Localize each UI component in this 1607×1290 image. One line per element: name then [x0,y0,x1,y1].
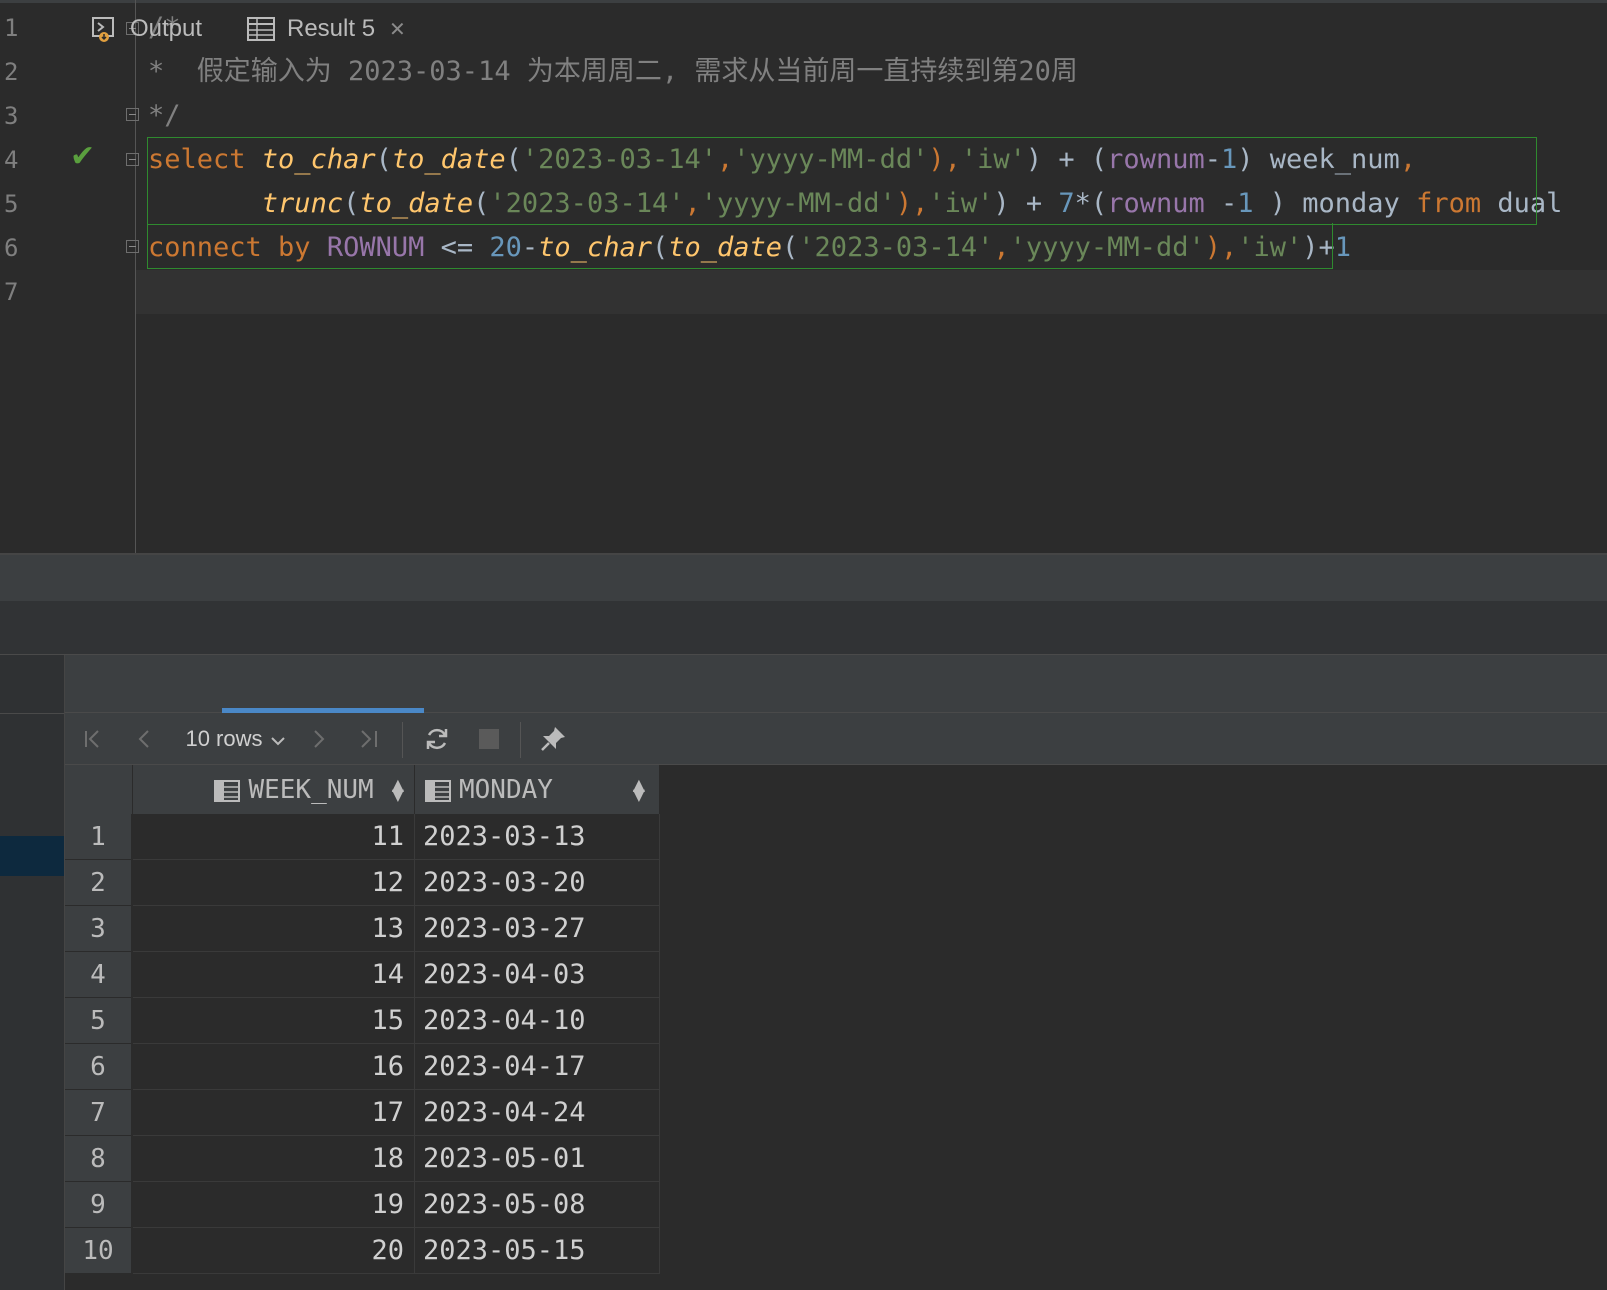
cell-monday[interactable]: 2023-04-10 [415,998,660,1044]
column-icon [425,779,451,802]
services-tree-strip [0,655,65,1290]
cell-week-num[interactable]: 12 [133,860,415,906]
code-token: * 假定输入为 2023-03-14 为本周周二, 需求从当前周一直持续到第20… [148,56,1078,87]
row-number[interactable]: 2 [65,860,131,906]
line-number: 7 [4,278,19,306]
row-number[interactable]: 6 [65,1044,131,1090]
line-number: 5 [4,190,19,218]
fold-marker-icon[interactable] [126,240,139,253]
line-number: 4 [4,146,19,174]
code-token: 1 [1334,232,1352,263]
status-band [0,555,1607,601]
statement-highlight [147,137,1537,225]
close-icon[interactable]: ✕ [389,17,406,41]
toolbar-separator [520,722,521,758]
cell-monday[interactable]: 2023-03-27 [415,906,660,952]
column-header-label: MONDAY [459,774,553,805]
current-line-highlight [136,270,1607,314]
tab-result-5[interactable]: Result 5 ✕ [247,0,406,58]
sort-icon[interactable]: ▲ ▼ [633,776,645,802]
rows-count-label: 10 rows [185,726,263,751]
cell-monday[interactable]: 2023-04-17 [415,1044,660,1090]
column-header-monday[interactable]: MONDAY ▲ ▼ [415,765,660,814]
code-token: */ [148,100,181,131]
cell-monday[interactable]: 2023-04-03 [415,952,660,998]
row-number[interactable]: 7 [65,1090,131,1136]
column-header-label: WEEK_NUM [248,774,374,805]
cell-week-num[interactable]: 19 [133,1182,415,1228]
toolbar-separator [402,722,403,758]
results-tab-bar [65,655,1607,713]
tab-result-label: Result 5 [287,15,376,42]
row-number[interactable]: 4 [65,952,131,998]
previous-page-icon[interactable] [130,713,160,765]
table-icon [247,17,275,41]
chevron-down-icon [270,726,285,752]
code-line[interactable]: */ [148,94,181,138]
row-number[interactable]: 3 [65,906,131,952]
rows-per-page-dropdown[interactable]: 10 rows [180,713,290,765]
first-page-icon[interactable] [78,713,108,765]
cell-week-num[interactable]: 13 [133,906,415,952]
column-header-week-num[interactable]: WEEK_NUM ▲ ▼ [133,765,415,814]
column-icon [214,779,241,802]
cell-week-num[interactable]: 14 [133,952,415,998]
row-number[interactable]: 10 [65,1228,131,1274]
selected-tree-node[interactable] [0,836,65,876]
fold-marker-icon[interactable] [126,153,139,166]
row-number-header [65,765,133,814]
editor-top-border [0,0,1607,3]
next-page-icon[interactable] [303,713,333,765]
line-number: 2 [4,58,19,86]
tab-output-label: Output [130,15,203,42]
cell-monday[interactable]: 2023-05-08 [415,1182,660,1228]
cell-week-num[interactable]: 20 [133,1228,415,1274]
results-toolbar [65,713,1607,765]
fold-marker-icon[interactable] [126,108,139,121]
cell-week-num[interactable]: 11 [133,814,415,860]
row-number[interactable]: 1 [65,814,131,860]
cell-monday[interactable]: 2023-05-01 [415,1136,660,1182]
cell-week-num[interactable]: 17 [133,1090,415,1136]
divider [0,713,65,714]
cell-week-num[interactable]: 18 [133,1136,415,1182]
sort-icon[interactable]: ▲ ▼ [392,776,404,802]
row-number[interactable]: 8 [65,1136,131,1182]
tab-output[interactable]: Output [92,0,202,58]
gutter-divider [135,0,136,553]
line-number: 1 [4,14,19,42]
cell-monday[interactable]: 2023-03-13 [415,814,660,860]
refresh-icon[interactable] [420,713,454,765]
cell-week-num[interactable]: 15 [133,998,415,1044]
row-number[interactable]: 5 [65,998,131,1044]
panel-header-band [0,601,1607,655]
statement-highlight [147,223,1333,269]
last-page-icon[interactable] [354,713,384,765]
cell-monday[interactable]: 2023-05-15 [415,1228,660,1274]
row-number[interactable]: 9 [65,1182,131,1228]
cell-monday[interactable]: 2023-04-24 [415,1090,660,1136]
line-number: 3 [4,102,19,130]
stop-icon[interactable] [472,713,506,765]
checkmark-icon: ✔ [70,139,96,174]
cell-monday[interactable]: 2023-03-20 [415,860,660,906]
pin-icon[interactable] [536,713,570,765]
output-console-icon [92,17,116,42]
cell-week-num[interactable]: 16 [133,1044,415,1090]
line-number: 6 [4,234,19,262]
